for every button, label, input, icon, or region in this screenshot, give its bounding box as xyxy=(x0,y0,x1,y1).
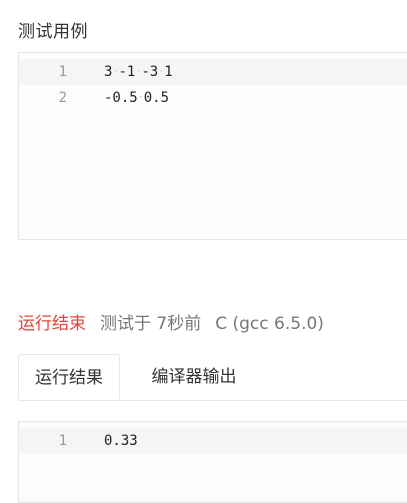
tested-time: 测试于 7秒前 xyxy=(100,314,202,334)
editor-line[interactable]: 2 -0.5·0.5 xyxy=(19,85,407,111)
line-code[interactable]: 0.33 xyxy=(104,428,138,454)
output-viewer[interactable]: 1 0.33 xyxy=(18,421,407,503)
line-code[interactable]: 3·-1·-3·1 xyxy=(104,59,173,85)
test-case-editor[interactable]: 1 3·-1·-3·1 2 -0.5·0.5 xyxy=(18,52,407,240)
test-case-title: 测试用例 xyxy=(18,22,88,42)
result-tabs: 运行结果 编译器输出 xyxy=(18,354,407,401)
tab-run-result[interactable]: 运行结果 xyxy=(18,354,120,400)
line-number: 1 xyxy=(58,433,67,449)
line-number: 1 xyxy=(58,64,67,80)
code-token: 0.5 xyxy=(143,90,170,106)
code-token: -3 xyxy=(141,64,159,80)
run-status-row: 运行结束 测试于 7秒前 C (gcc 6.5.0) xyxy=(18,309,324,334)
editor-line[interactable]: 1 0.33 xyxy=(19,428,407,454)
editor-line[interactable]: 1 3·-1·-3·1 xyxy=(19,59,407,85)
code-token: -0.5 xyxy=(104,90,138,106)
line-number: 2 xyxy=(58,90,67,106)
compiler-info: C (gcc 6.5.0) xyxy=(215,314,324,334)
code-token: 1 xyxy=(164,64,173,80)
code-token: -1 xyxy=(118,64,136,80)
line-code[interactable]: -0.5·0.5 xyxy=(104,85,169,111)
run-status: 运行结束 xyxy=(18,314,86,334)
tab-compiler-output[interactable]: 编译器输出 xyxy=(134,354,254,400)
